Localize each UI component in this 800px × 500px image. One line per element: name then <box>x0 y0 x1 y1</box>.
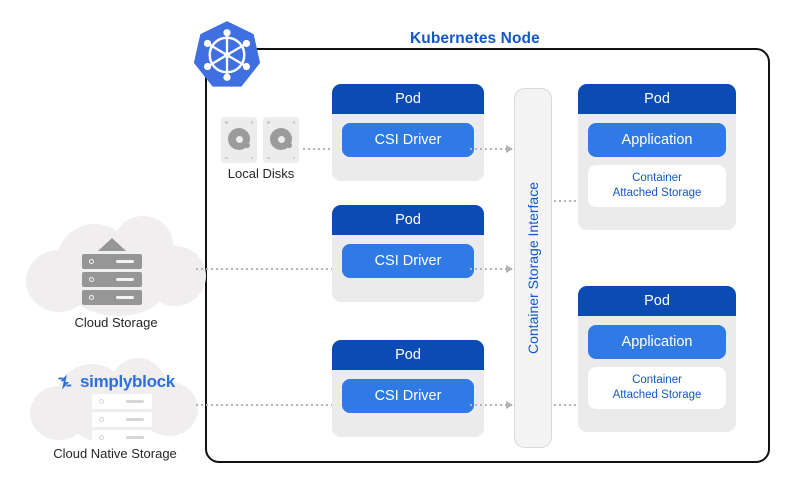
flow-arrow-driver-to-csi <box>470 404 512 406</box>
application-box[interactable]: Application <box>588 123 726 157</box>
container-attached-storage-box[interactable]: Container Attached Storage <box>588 367 726 409</box>
pod-application[interactable]: Pod Application Container Attached Stora… <box>578 286 736 432</box>
cloud-server-rack-icon <box>82 238 142 305</box>
application-box[interactable]: Application <box>588 325 726 359</box>
cloud-storage-stack-icon <box>92 394 152 445</box>
kubernetes-logo-icon <box>191 19 263 91</box>
hard-disk-icon <box>263 117 299 163</box>
pod-csi-driver[interactable]: Pod CSI Driver <box>332 84 484 181</box>
cas-line-2: Attached Storage <box>612 187 702 199</box>
pod-header-label: Pod <box>332 84 484 114</box>
pod-csi-driver[interactable]: Pod CSI Driver <box>332 340 484 437</box>
source-label-cloud-native-storage: Cloud Native Storage <box>53 446 177 461</box>
simplyblock-mark-icon <box>57 374 72 390</box>
flow-arrow-cloud-native-storage <box>196 404 341 406</box>
pod-application[interactable]: Pod Application Container Attached Stora… <box>578 84 736 230</box>
container-storage-interface-bar[interactable]: Container Storage Interface <box>514 88 552 448</box>
cas-line-2: Attached Storage <box>612 389 702 401</box>
csi-label: Container Storage Interface <box>525 182 541 354</box>
pod-header-label: Pod <box>332 205 484 235</box>
cas-line-1: Container <box>632 172 682 184</box>
source-label-cloud-storage: Cloud Storage <box>74 315 158 330</box>
flow-arrow-cloud-storage <box>196 268 341 270</box>
pod-csi-driver[interactable]: Pod CSI Driver <box>332 205 484 302</box>
pod-header-label: Pod <box>578 286 736 316</box>
container-attached-storage-box[interactable]: Container Attached Storage <box>588 165 726 207</box>
flow-arrow-driver-to-csi <box>470 268 512 270</box>
diagram-canvas: Kubernetes Node Local Disks Cloud Storag… <box>0 0 800 500</box>
pod-header-label: Pod <box>578 84 736 114</box>
cas-line-1: Container <box>632 374 682 386</box>
source-label-local-disks: Local Disks <box>227 166 295 181</box>
hard-disk-icon <box>221 117 257 163</box>
page-title: Kubernetes Node <box>410 30 540 47</box>
flow-arrow-driver-to-csi <box>470 148 512 150</box>
simplyblock-wordmark: simplyblock <box>80 372 175 391</box>
csi-driver-box[interactable]: CSI Driver <box>342 244 474 278</box>
simplyblock-logo: simplyblock <box>56 372 175 392</box>
pod-header-label: Pod <box>332 340 484 370</box>
csi-driver-box[interactable]: CSI Driver <box>342 379 474 413</box>
csi-driver-box[interactable]: CSI Driver <box>342 123 474 157</box>
